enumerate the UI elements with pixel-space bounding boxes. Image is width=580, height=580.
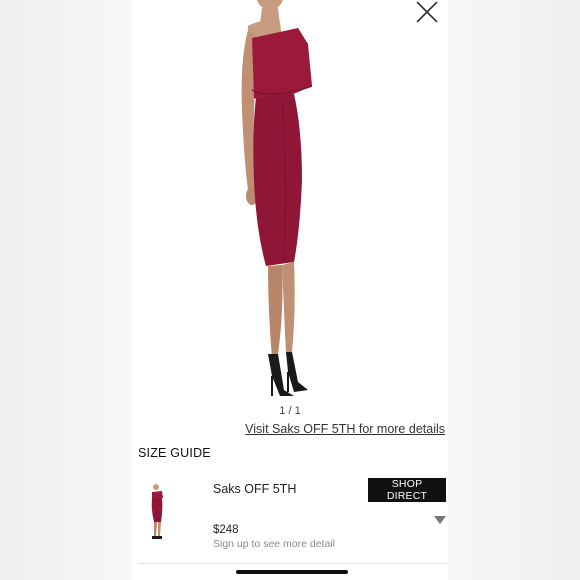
- home-indicator[interactable]: [236, 570, 348, 574]
- caret-down-icon[interactable]: [434, 516, 446, 524]
- signup-link[interactable]: Sign up to see more detail: [213, 538, 335, 550]
- shop-direct-button[interactable]: SHOP DIRECT: [368, 478, 446, 502]
- store-name: Saks OFF 5TH: [213, 482, 297, 496]
- close-button[interactable]: [414, 0, 440, 24]
- close-icon: [416, 1, 438, 23]
- price: $248: [213, 524, 239, 536]
- product-image[interactable]: [222, 0, 362, 400]
- image-counter: 1 / 1: [279, 405, 301, 417]
- store-listing: Saks OFF 5TH SHOP DIRECT $248 Sign up to…: [132, 470, 448, 566]
- divider: [138, 563, 448, 564]
- background-left: [0, 0, 132, 580]
- visit-store-link[interactable]: Visit Saks OFF 5TH for more details: [245, 422, 445, 436]
- size-guide-link[interactable]: SIZE GUIDE: [138, 446, 211, 460]
- product-thumbnail[interactable]: [146, 484, 170, 540]
- background-right: [448, 0, 580, 580]
- product-sheet: 1 / 1 Visit Saks OFF 5TH for more detail…: [132, 0, 448, 580]
